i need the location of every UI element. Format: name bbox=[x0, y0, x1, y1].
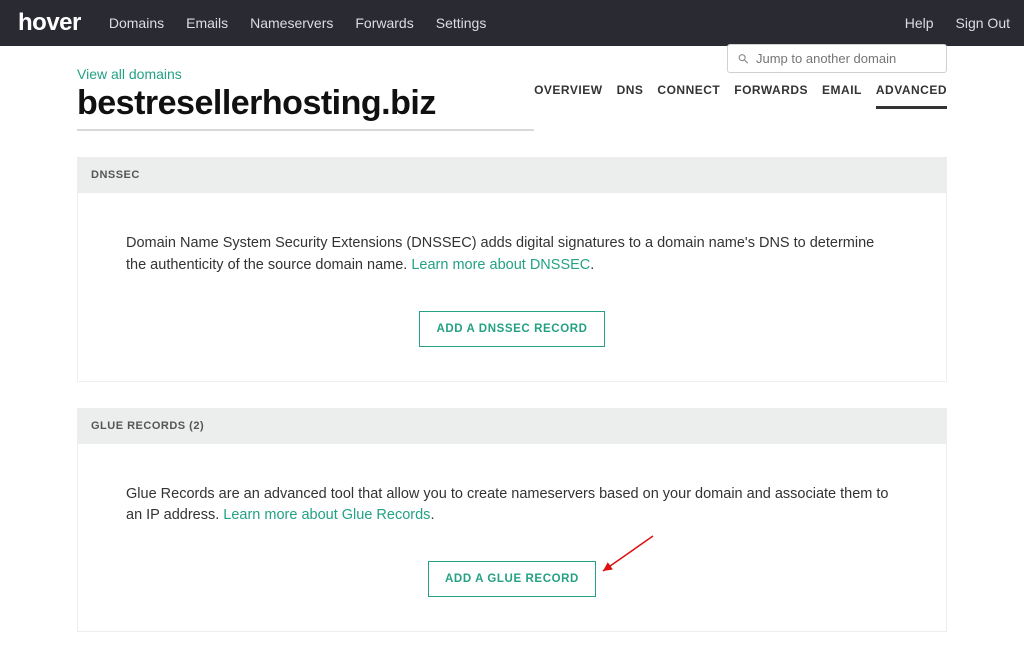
domain-search-input[interactable] bbox=[727, 44, 947, 73]
nav-settings[interactable]: Settings bbox=[436, 15, 487, 31]
domain-tabs: OVERVIEW DNS CONNECT FORWARDS EMAIL ADVA… bbox=[534, 83, 947, 101]
annotation-arrow-icon bbox=[593, 531, 663, 581]
top-nav: hover Domains Emails Nameservers Forward… bbox=[0, 0, 1024, 46]
add-glue-record-button[interactable]: ADD A GLUE RECORD bbox=[428, 561, 596, 597]
dnssec-desc: Domain Name System Security Extensions (… bbox=[126, 233, 898, 277]
glue-desc: Glue Records are an advanced tool that a… bbox=[126, 484, 898, 528]
dnssec-body: Domain Name System Security Extensions (… bbox=[77, 193, 947, 382]
nav-signout[interactable]: Sign Out bbox=[956, 15, 1010, 31]
add-dnssec-record-button[interactable]: ADD A DNSSEC RECORD bbox=[419, 311, 604, 347]
glue-learn-link[interactable]: Learn more about Glue Records bbox=[223, 507, 430, 523]
top-nav-right: Help Sign Out bbox=[905, 15, 1010, 31]
glue-section: GLUE RECORDS (2) Glue Records are an adv… bbox=[77, 408, 947, 633]
nav-nameservers[interactable]: Nameservers bbox=[250, 15, 333, 31]
nav-help[interactable]: Help bbox=[905, 15, 934, 31]
nav-domains[interactable]: Domains bbox=[109, 15, 164, 31]
glue-body: Glue Records are an advanced tool that a… bbox=[77, 444, 947, 633]
nav-forwards[interactable]: Forwards bbox=[355, 15, 413, 31]
dnssec-learn-link[interactable]: Learn more about DNSSEC bbox=[411, 257, 590, 273]
tab-email[interactable]: EMAIL bbox=[822, 83, 862, 101]
tab-connect[interactable]: CONNECT bbox=[657, 83, 720, 101]
tab-overview[interactable]: OVERVIEW bbox=[534, 83, 602, 101]
dnssec-section: DNSSEC Domain Name System Security Exten… bbox=[77, 157, 947, 382]
tab-dns[interactable]: DNS bbox=[617, 83, 644, 101]
glue-header: GLUE RECORDS (2) bbox=[77, 408, 947, 444]
search-icon bbox=[737, 52, 750, 65]
main-container: View all domains OVERVIEW DNS CONNECT FO… bbox=[77, 46, 947, 672]
domain-search-wrap bbox=[727, 44, 947, 73]
dnssec-header: DNSSEC bbox=[77, 157, 947, 193]
view-all-domains-link[interactable]: View all domains bbox=[77, 66, 182, 82]
tab-advanced[interactable]: ADVANCED bbox=[876, 83, 947, 109]
domain-title: bestresellerhosting.biz bbox=[77, 84, 436, 123]
brand-logo: hover bbox=[18, 9, 81, 37]
top-nav-left: hover Domains Emails Nameservers Forward… bbox=[14, 9, 486, 37]
tab-forwards[interactable]: FORWARDS bbox=[734, 83, 808, 101]
nav-emails[interactable]: Emails bbox=[186, 15, 228, 31]
header-row: bestresellerhosting.biz bbox=[77, 84, 534, 131]
